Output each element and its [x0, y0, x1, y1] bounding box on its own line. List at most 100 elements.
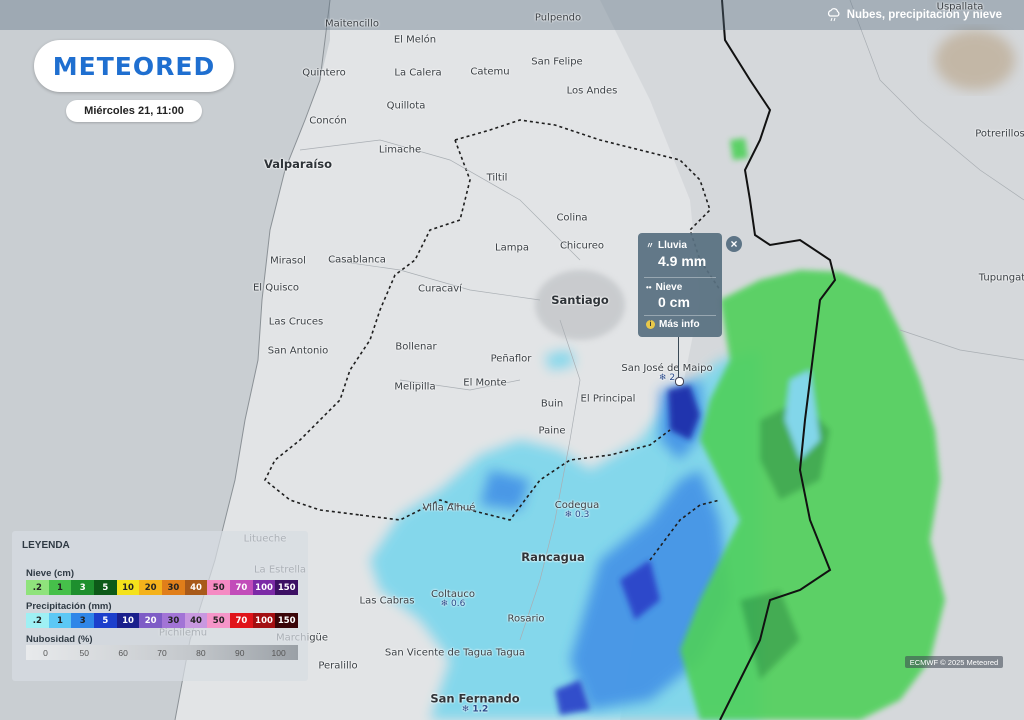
place-name: Concón — [309, 115, 347, 127]
scale-step: 90 — [234, 647, 245, 658]
place-label[interactable]: Potrerillos — [975, 129, 1024, 140]
scale-step: 150 — [275, 580, 299, 595]
snow-scale-title: Nieve (cm) — [26, 568, 75, 579]
place-label[interactable]: El Melón — [394, 35, 436, 46]
place-name: Casablanca — [328, 254, 386, 266]
scale-step: 150 — [275, 613, 299, 628]
place-label[interactable]: San José de Maipo ❄ 2 — [621, 363, 712, 383]
popup-pointer — [678, 337, 679, 379]
place-name: Catemu — [470, 66, 510, 78]
place-label[interactable]: Tupungato — [979, 273, 1024, 284]
place-label[interactable]: Casablanca — [328, 255, 386, 266]
place-label[interactable]: Tiltil — [487, 173, 508, 184]
datetime-selector[interactable]: Miércoles 21, 11:00 — [66, 100, 202, 122]
place-name: Paine — [538, 425, 566, 437]
cloud-color-scale: 0 50 60 70 80 90 100 — [26, 645, 298, 660]
terrain-patch — [935, 30, 1015, 90]
place-label[interactable]: Mirasol — [270, 256, 306, 267]
place-label[interactable]: San Vicente de Tagua Tagua — [385, 648, 525, 659]
place-name: Valparaíso — [263, 157, 333, 171]
place-name: Colina — [556, 212, 588, 224]
place-label[interactable]: Lampa — [495, 243, 529, 254]
place-name: Rancagua — [521, 550, 585, 564]
place-name: Quintero — [302, 67, 346, 79]
place-name: Curacaví — [418, 283, 462, 295]
place-label[interactable]: Maitencillo — [325, 19, 379, 30]
place-name: San Antonio — [267, 345, 329, 357]
place-label[interactable]: Villa Alhué — [423, 503, 476, 514]
scale-step: .2 — [26, 580, 49, 595]
place-label[interactable]: Paine — [539, 426, 566, 437]
place-name: Santiago — [551, 293, 609, 307]
place-label[interactable]: Concón — [309, 116, 346, 127]
place-label[interactable]: Chicureo — [560, 241, 604, 252]
info-icon: i — [646, 320, 655, 329]
meteored-logo[interactable]: METEORED — [34, 40, 234, 92]
place-label[interactable]: El Principal — [581, 394, 636, 405]
place-label[interactable]: Quillota — [387, 101, 426, 112]
precip-color-scale: .2 1 3 5 10 20 30 40 50 70 100 150 — [26, 613, 299, 628]
place-name: Maitencillo — [325, 18, 379, 30]
place-label[interactable]: Los Andes — [567, 86, 618, 97]
place-label[interactable]: El Monte — [463, 378, 506, 389]
place-name: Los Andes — [566, 85, 618, 97]
place-label[interactable]: Quintero — [302, 68, 345, 79]
place-label[interactable]: San Antonio — [268, 346, 328, 357]
location-pin[interactable] — [675, 377, 684, 386]
scale-step: 50 — [79, 647, 90, 658]
place-label[interactable]: Pulpendo — [535, 13, 581, 24]
place-label[interactable]: Santiago — [551, 293, 609, 307]
scale-step: 0 — [43, 647, 48, 658]
place-label[interactable]: Curacaví — [418, 284, 462, 295]
more-info-link[interactable]: i Más info — [646, 319, 700, 330]
place-label[interactable]: Colina — [556, 213, 587, 224]
scale-step: 10 — [116, 613, 140, 628]
place-label[interactable]: Codegua ❄ 0.3 — [555, 500, 599, 520]
place-name: La Calera — [394, 67, 442, 79]
place-name: Pulpendo — [534, 12, 582, 24]
legend-panel: LEYENDA Nieve (cm) .2 1 3 5 10 20 30 40 50 70 100 1… — [12, 531, 308, 681]
place-name: El Quisco — [252, 282, 300, 294]
place-label[interactable]: Catemu — [470, 67, 509, 78]
place-name: Uspallata — [936, 1, 984, 13]
place-label[interactable]: Peñaflor — [491, 354, 532, 365]
scale-step: .2 — [26, 613, 49, 628]
place-label[interactable]: Buin — [541, 399, 563, 410]
popup-divider — [644, 277, 716, 278]
scale-step: 100 — [252, 613, 276, 628]
place-label[interactable]: Coltauco ❄ 0.6 — [431, 589, 475, 609]
rain-label-row: 〃 Lluvia — [646, 240, 687, 251]
place-label[interactable]: El Quisco — [253, 283, 299, 294]
place-label[interactable]: San Fernando ❄ 1.2 — [430, 692, 519, 715]
place-label[interactable]: Limache — [379, 145, 421, 156]
scale-step: 40 — [184, 580, 208, 595]
scale-step: 50 — [207, 613, 231, 628]
place-name: Las Cabras — [359, 595, 415, 607]
place-name: Limache — [378, 144, 422, 156]
place-label[interactable]: Valparaíso — [264, 157, 332, 171]
place-label[interactable]: Las Cabras — [360, 596, 415, 607]
close-icon[interactable]: × — [726, 236, 742, 252]
place-label[interactable]: Peralillo — [318, 661, 357, 672]
place-label[interactable]: Melipilla — [394, 382, 435, 393]
place-label[interactable]: Las Cruces — [269, 317, 323, 328]
scale-step: 1 — [48, 613, 72, 628]
scale-step: 70 — [230, 613, 253, 628]
place-label[interactable]: Rosario — [508, 614, 545, 625]
snow-amount-label: ❄ 0.3 — [564, 510, 590, 520]
place-name: Villa Alhué — [422, 502, 476, 514]
place-label[interactable]: San Felipe — [531, 57, 582, 68]
place-label[interactable]: Uspallata — [937, 2, 984, 13]
place-name: Melipilla — [394, 381, 436, 393]
point-info-popup[interactable]: 〃 Lluvia 4.9 mm •• Nieve 0 cm i Más info — [638, 233, 722, 337]
place-name: Mirasol — [270, 255, 306, 267]
place-name: Bollenar — [395, 341, 437, 353]
place-name: Quillota — [386, 100, 426, 112]
snow-amount-label: ❄ 2 — [658, 373, 676, 383]
scale-step: 10 — [116, 580, 140, 595]
place-label[interactable]: Rancagua — [521, 550, 585, 564]
scale-step: 5 — [94, 613, 117, 628]
place-label[interactable]: La Calera — [394, 68, 441, 79]
snow-amount-label: ❄ 1.2 — [461, 704, 489, 715]
place-label[interactable]: Bollenar — [395, 342, 436, 353]
